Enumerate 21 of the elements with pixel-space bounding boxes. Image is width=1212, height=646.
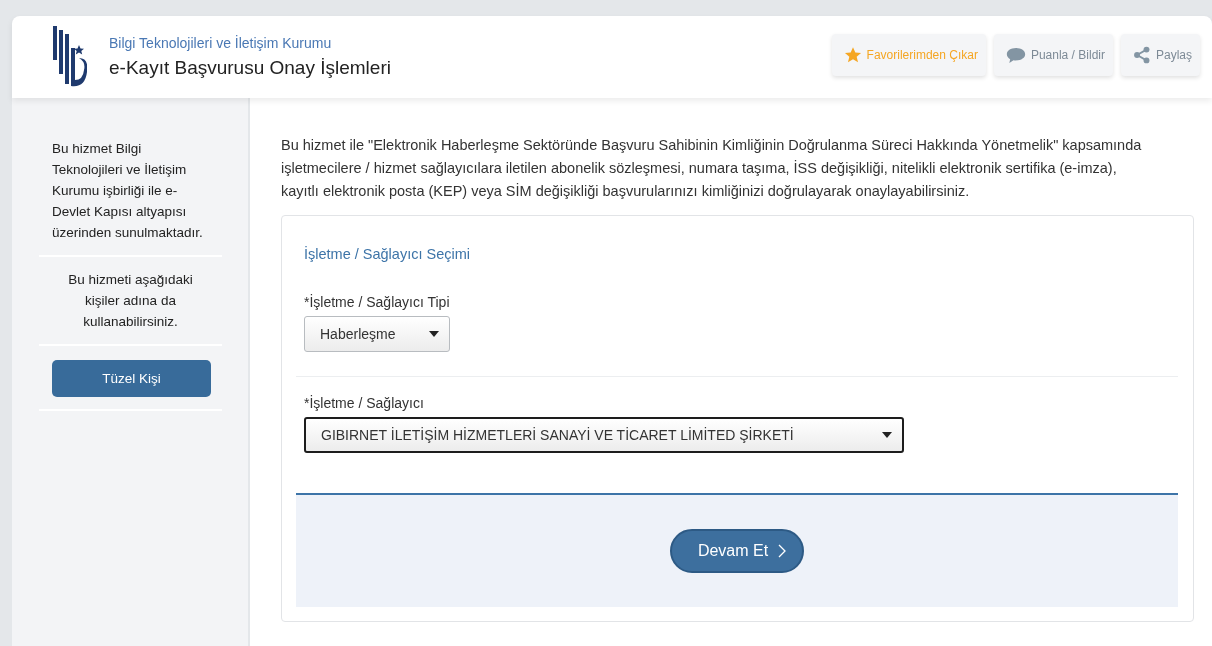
caret-down-icon (882, 432, 892, 438)
section-title: İşletme / Sağlayıcı Seçimi (304, 246, 471, 262)
share-icon (1132, 46, 1151, 64)
legal-entity-button[interactable]: Tüzel Kişi (52, 360, 211, 397)
dropdown-field[interactable]: Haberleşme (304, 316, 450, 352)
logo-icon (53, 26, 87, 88)
star-icon (843, 46, 862, 64)
field-label: *İşletme / Sağlayıcı Tipi (304, 294, 451, 310)
service-info-text: Bu hizmet Bilgi Teknolojileri ve İletişim Kurumu işbirliği ile e-Devlet Kapısı altyapısı üzerinden sunulmaktadır. (51, 140, 204, 242)
organization-name: Bilgi Teknolojileri ve İletişim Kurumu (109, 35, 333, 51)
rate-button[interactable]: Puanla / Bildir (993, 34, 1113, 76)
speech-bubble-icon (1005, 46, 1026, 64)
page-title: e-Kayıt Başvurusu Onay İşlemleri (109, 57, 392, 79)
share-button[interactable]: Paylaş (1120, 34, 1200, 76)
continue-button[interactable]: Devam Et (669, 529, 805, 573)
field-label: *İşletme / Sağlayıcı (304, 395, 425, 411)
on-behalf-text: Bu hizmeti aşağıdaki kişiler adına da kullanabilirsiniz. (67, 271, 194, 331)
caret-down-icon (429, 331, 439, 337)
intro-text: Bu hizmet ile "Elektronik Haberleşme Sektöründe Başvuru Sahibinin Kimliğinin Doğrulanma Süreci Hakkında Yönetmelik" kapsamında işletmecilere / hizmet sağlayıcılara iletilen abonelik sözleşmesi, numara taşıma, İSS değişikliği, nitelikli elektronik sertifika (e-imza), kayıtlı elektronik posta (KEP) veya SİM değişikliği başvurularınızı kimliğinizi doğrulayarak onaylayabilirsiniz. (281, 136, 1143, 201)
chevron-right-icon (778, 544, 787, 558)
dropdown-field[interactable]: GIBIRNET İLETİŞİM HİZMETLERİ SANAYİ VE TİCARET LİMİTED ŞİRKETİ (304, 417, 904, 453)
